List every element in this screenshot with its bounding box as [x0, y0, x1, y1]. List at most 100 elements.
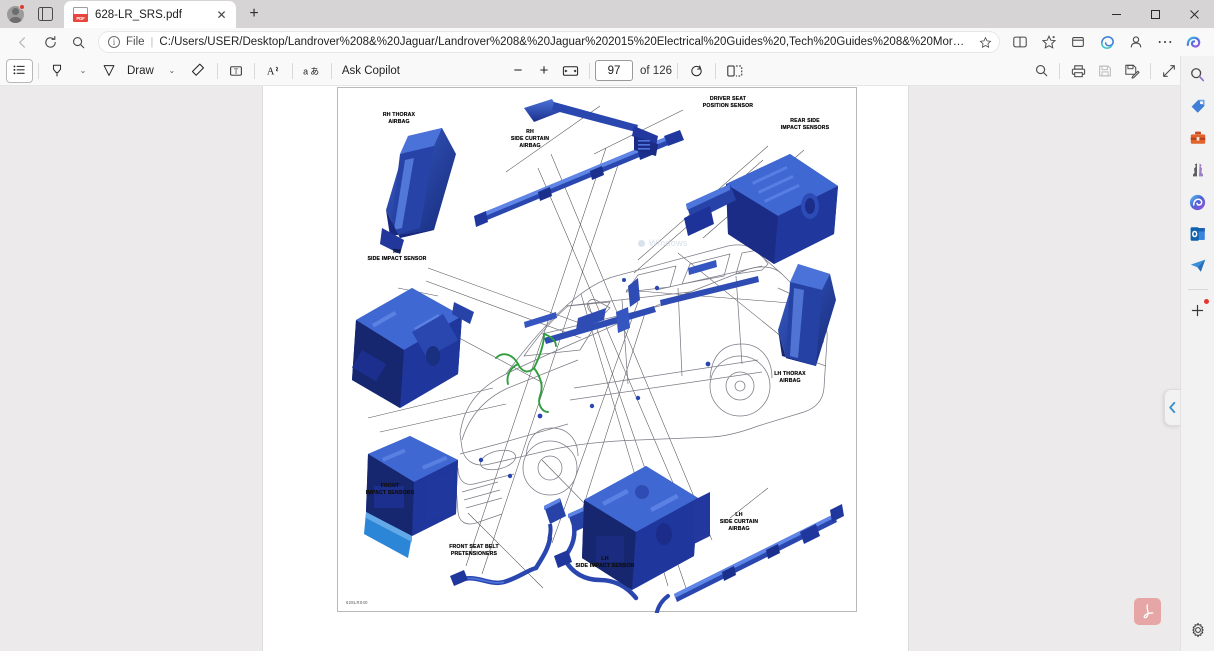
- zoom-out-button[interactable]: −: [505, 59, 531, 83]
- draw-button[interactable]: [96, 59, 122, 83]
- favorites-icon[interactable]: [1035, 30, 1063, 54]
- refresh-button[interactable]: [36, 30, 64, 54]
- toolbar-divider: [589, 63, 590, 79]
- edge-browser-window: 628-LR_SRS.pdf ✕ + i File: [0, 0, 1214, 651]
- navigation-bar: i File | C:/Users/USER/Desktop/Landrover…: [0, 28, 1214, 56]
- adobe-pdf-badge[interactable]: [1134, 598, 1161, 625]
- page-number-input[interactable]: 97: [595, 60, 633, 81]
- windows-watermark: Windows: [638, 234, 728, 252]
- sidebar-item-messaging[interactable]: [1184, 252, 1212, 280]
- window-controls: [1097, 0, 1214, 28]
- fit-page-button[interactable]: [1156, 59, 1182, 83]
- add-favorite-icon[interactable]: [975, 36, 995, 49]
- sidebar-item-copilot[interactable]: [1184, 188, 1212, 216]
- sidebar-add-button[interactable]: [1184, 296, 1212, 324]
- search-icon[interactable]: [64, 30, 92, 54]
- toolbar-divider: [292, 63, 293, 79]
- sidebar-divider: [1188, 289, 1208, 290]
- add-text-button[interactable]: T: [223, 59, 249, 83]
- close-window-button[interactable]: [1175, 0, 1214, 28]
- draw-options-chevron[interactable]: ⌄: [159, 59, 185, 83]
- url-separator: |: [151, 36, 154, 48]
- save-button: [1092, 59, 1118, 83]
- pdf-toolbar: ⌄ Draw ⌄ T A aあ Ask Copilot − +: [0, 56, 1214, 86]
- label-rear-side-impact-sensors: REAR SIDE IMPACT SENSORS: [758, 118, 852, 132]
- pdf-search-button[interactable]: [1028, 59, 1054, 83]
- page-count-label: of 126: [640, 65, 672, 77]
- sidebar-add-notification-dot: [1204, 299, 1209, 304]
- new-tab-button[interactable]: +: [241, 1, 267, 27]
- toolbar-divider: [217, 63, 218, 79]
- ask-copilot-button[interactable]: Ask Copilot: [337, 59, 405, 83]
- figure-code: 628LR040: [346, 600, 368, 605]
- toolbar-divider: [38, 63, 39, 79]
- sidebar-item-games[interactable]: [1184, 156, 1212, 184]
- back-button[interactable]: [8, 30, 36, 54]
- navbar-right-actions: ⋯: [1006, 30, 1206, 54]
- svg-text:A: A: [267, 66, 275, 77]
- tab-bar: 628-LR_SRS.pdf ✕ +: [0, 0, 1214, 28]
- svg-text:T: T: [234, 67, 239, 75]
- table-of-contents-button[interactable]: [6, 59, 33, 83]
- edge-sidebar: [1180, 56, 1214, 651]
- profile-notification-dot: [19, 4, 25, 10]
- pdf-page: Windows RH THORAX AIRBAG RH SIDE CURTAIN…: [263, 86, 908, 651]
- highlight-button[interactable]: [44, 59, 70, 83]
- svg-text:a: a: [303, 66, 308, 76]
- collections-icon[interactable]: [1064, 30, 1092, 54]
- translate-button[interactable]: aあ: [298, 59, 326, 83]
- toolbar-divider: [331, 63, 332, 79]
- label-lh-side-curtain-airbag: LH SIDE CURTAIN AIRBAG: [696, 512, 782, 533]
- print-button[interactable]: [1065, 59, 1092, 83]
- sidebar-item-outlook[interactable]: [1184, 220, 1212, 248]
- split-screen-icon: [38, 7, 53, 21]
- label-driver-seat-position-sensor: DRIVER SEAT POSITION SENSOR: [678, 96, 778, 110]
- profile-button[interactable]: [0, 0, 30, 28]
- copilot-icon[interactable]: [1180, 30, 1206, 54]
- toolbar-divider: [1059, 63, 1060, 79]
- tab-actions-button[interactable]: [30, 0, 60, 28]
- site-info-icon[interactable]: i: [108, 36, 120, 48]
- diagram-artwork: [338, 88, 858, 613]
- toolbar-divider: [254, 63, 255, 79]
- fit-to-width-button[interactable]: [557, 59, 584, 83]
- label-front-seat-belt-pretensioners: FRONT SEAT BELT PRETENSIONERS: [414, 544, 534, 558]
- profile-icon[interactable]: [1122, 30, 1150, 54]
- close-tab-icon[interactable]: ✕: [213, 6, 230, 23]
- chevron-down-icon: ⌄: [168, 66, 175, 75]
- highlight-options-chevron[interactable]: ⌄: [70, 59, 96, 83]
- sidebar-settings-button[interactable]: [1184, 616, 1212, 644]
- draw-label[interactable]: Draw: [122, 59, 159, 83]
- zoom-in-button[interactable]: +: [531, 59, 557, 83]
- address-bar[interactable]: i File | C:/Users/USER/Desktop/Landrover…: [98, 31, 1000, 53]
- url-scheme-label: File: [126, 36, 145, 48]
- url-text[interactable]: C:/Users/USER/Desktop/Landrover%208&%20J…: [159, 36, 969, 48]
- label-lh-side-impact-sensor: LH SIDE IMPACT SENSOR: [550, 556, 660, 570]
- page-view-button[interactable]: [721, 59, 749, 83]
- read-aloud-button[interactable]: A: [260, 59, 287, 83]
- toolbar-divider: [677, 63, 678, 79]
- label-rh-side-curtain-airbag: RH SIDE CURTAIN AIRBAG: [488, 129, 572, 150]
- erase-button[interactable]: [185, 59, 212, 83]
- rotate-button[interactable]: [683, 59, 710, 83]
- chevron-down-icon: ⌄: [80, 66, 87, 75]
- toolbar-divider: [1150, 63, 1151, 79]
- sidebar-item-search[interactable]: [1184, 60, 1212, 88]
- minimize-button[interactable]: [1097, 0, 1136, 28]
- toolbar-divider: [715, 63, 716, 79]
- pdf-document-area[interactable]: Windows RH THORAX AIRBAG RH SIDE CURTAIN…: [0, 86, 1180, 651]
- sidebar-item-shopping[interactable]: [1184, 92, 1212, 120]
- sidebar-item-tools[interactable]: [1184, 124, 1212, 152]
- collapse-sidebar-handle[interactable]: [1164, 389, 1180, 426]
- save-as-button[interactable]: [1118, 59, 1145, 83]
- split-screen-icon[interactable]: [1006, 30, 1034, 54]
- svg-text:あ: あ: [310, 66, 319, 77]
- pdf-file-icon: [73, 7, 88, 22]
- srs-component-diagram: Windows RH THORAX AIRBAG RH SIDE CURTAIN…: [337, 87, 857, 612]
- label-lh-thorax-airbag: LH THORAX AIRBAG: [750, 371, 830, 385]
- browser-essentials-icon[interactable]: [1093, 30, 1121, 54]
- settings-and-more-icon[interactable]: ⋯: [1151, 30, 1179, 54]
- maximize-button[interactable]: [1136, 0, 1175, 28]
- browser-tab[interactable]: 628-LR_SRS.pdf ✕: [64, 1, 236, 28]
- label-front-impact-sensors: FRONT IMPACT SENSORS: [342, 483, 438, 497]
